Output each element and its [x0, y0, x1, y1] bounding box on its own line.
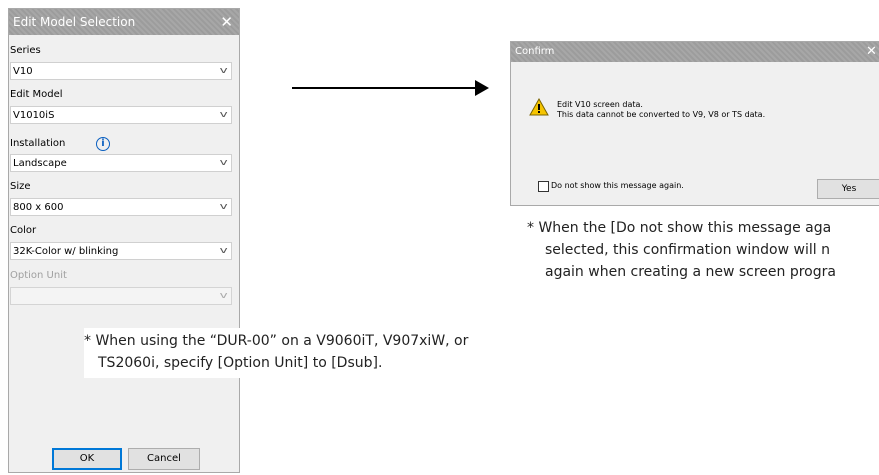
do-not-show-label: Do not show this message again. — [551, 181, 684, 190]
warning-icon — [529, 98, 549, 116]
chevron-down-icon: v — [219, 66, 228, 76]
chevron-down-icon: v — [219, 158, 228, 168]
close-icon[interactable]: ✕ — [220, 9, 233, 35]
dialog-title: Edit Model Selection — [13, 15, 136, 29]
confirm-note-line2: selected, this confirmation window will … — [545, 242, 830, 258]
close-icon[interactable]: ✕ — [866, 42, 877, 62]
confirm-message-line1: Edit V10 screen data. — [557, 100, 643, 109]
arrow-line — [292, 87, 476, 89]
edit-model-label: Edit Model — [10, 89, 63, 100]
ok-button[interactable]: OK — [52, 448, 122, 470]
series-label: Series — [10, 45, 41, 56]
confirm-note-line1: * When the [Do not show this message aga — [527, 220, 832, 236]
installation-select[interactable]: Landscape v — [10, 154, 232, 172]
option-unit-note-line1: * When using the “DUR-00” on a V9060iT, … — [84, 333, 469, 349]
chevron-down-icon: v — [219, 246, 228, 256]
color-label: Color — [10, 225, 37, 236]
size-select[interactable]: 800 x 600 v — [10, 198, 232, 216]
chevron-down-icon: v — [219, 110, 228, 120]
size-value: 800 x 600 — [13, 202, 64, 213]
info-icon[interactable]: i — [96, 137, 110, 151]
confirm-titlebar: Confirm ✕ — [511, 42, 879, 62]
series-value: V10 — [13, 66, 33, 77]
option-unit-select: v — [10, 287, 232, 305]
series-select[interactable]: V10 v — [10, 62, 232, 80]
size-label: Size — [10, 181, 31, 192]
color-value: 32K-Color w/ blinking — [13, 246, 119, 257]
chevron-down-icon: v — [219, 202, 228, 212]
edit-model-value: V1010iS — [13, 110, 55, 121]
option-unit-label: Option Unit — [10, 270, 67, 281]
chevron-down-icon: v — [219, 291, 228, 301]
confirm-message-line2: This data cannot be converted to V9, V8 … — [557, 110, 766, 119]
option-unit-note: * When using the “DUR-00” on a V9060iT, … — [84, 328, 568, 378]
confirm-note: * When the [Do not show this message aga… — [527, 217, 879, 287]
option-unit-note-line2: TS2060i, specify [Option Unit] to [Dsub]… — [98, 355, 383, 371]
installation-label: Installation — [10, 138, 66, 149]
confirm-dialog: Confirm ✕ Edit V10 screen data. This dat… — [510, 41, 879, 206]
color-select[interactable]: 32K-Color w/ blinking v — [10, 242, 232, 260]
installation-value: Landscape — [13, 158, 67, 169]
arrow-head-icon — [475, 80, 489, 96]
confirm-note-line3: again when creating a new screen progra — [545, 264, 836, 280]
yes-button[interactable]: Yes — [817, 179, 879, 199]
edit-model-select[interactable]: V1010iS v — [10, 106, 232, 124]
dialog-titlebar: Edit Model Selection ✕ — [9, 9, 239, 35]
confirm-title: Confirm — [515, 46, 555, 57]
do-not-show-checkbox[interactable] — [538, 181, 549, 192]
cancel-button[interactable]: Cancel — [128, 448, 200, 470]
